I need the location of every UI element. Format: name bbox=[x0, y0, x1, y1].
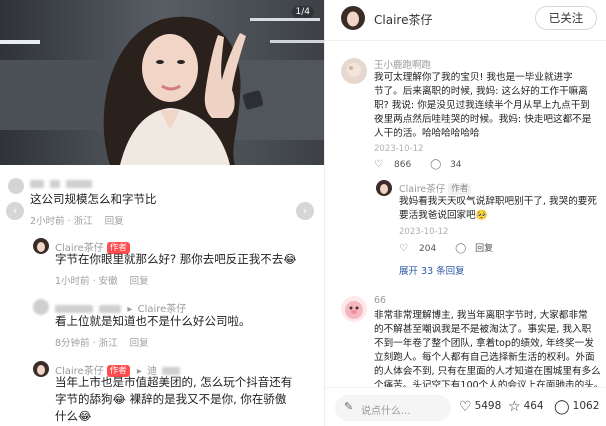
laugh-cry-emoji: 😂 bbox=[283, 252, 297, 266]
comment-time: 1小时前 · 安徽 bbox=[55, 276, 118, 287]
note-right-panel: Claire茶仔 已关注 王小鹿跑啊跑 我可太理解你了我的宝贝! 我也是一毕业就… bbox=[324, 0, 606, 426]
comment-text-line: 不到一年卷了整个团队, 拿着top的绩效, 年终奖一发 bbox=[374, 338, 594, 349]
like-count: 5498 bbox=[474, 400, 502, 412]
comment-text-part: 裸辞的是我又不是你, 你在骄傲 bbox=[129, 392, 287, 406]
like-button[interactable]: ♡ 866 bbox=[374, 159, 419, 170]
comment-icon: ◯ bbox=[455, 243, 467, 254]
comment-text-line: 我妈看我天天叹气说辞职吧别干了, 我哭的要死 bbox=[399, 196, 597, 207]
comment-stats: ♡ 204 ◯ 回复 bbox=[399, 241, 509, 254]
photo-illustration bbox=[0, 0, 324, 165]
comment-text-part: 要活我爸说回家吧 bbox=[399, 210, 476, 221]
author-name[interactable]: Claire茶仔 bbox=[374, 11, 432, 28]
avatar[interactable] bbox=[33, 299, 49, 315]
author-name-text: Claire茶仔 bbox=[399, 184, 446, 195]
comment-text-line: 要活我爸说回家吧🥺 bbox=[399, 209, 604, 223]
comment-author-name[interactable] bbox=[30, 179, 93, 190]
chevron-right-icon[interactable]: › bbox=[296, 202, 314, 220]
reply-button[interactable]: 回复 bbox=[105, 216, 124, 227]
comment-text-line: 的不解甚至嘲讽我是不是被淘汰了。事实是, 我入职 bbox=[374, 324, 592, 335]
heart-icon: ♡ bbox=[399, 243, 408, 254]
comment-button[interactable]: ◯ 1062 bbox=[554, 399, 599, 415]
photo-counter: 1/4 bbox=[291, 6, 314, 18]
comment-input-placeholder: 说点什么... bbox=[361, 406, 411, 417]
star-icon: ☆ bbox=[508, 399, 521, 415]
comment-time: 2小时前 · 浙江 bbox=[30, 216, 93, 227]
comment-text-line: 夜里两点然后哇哇哭的时候。我妈: 快走吧这都不是 bbox=[374, 114, 592, 125]
comment-text-line: 字节的舔狗😂 裸辞的是我又不是你, 你在骄傲 bbox=[55, 391, 292, 408]
comment-text-line: 立刻跑人。每个人都有自己选择新生活的权利。外面 bbox=[374, 352, 595, 363]
comment-stats: ♡ 866 ◯ 34 bbox=[374, 159, 478, 170]
comment-date: 2023-10-12 bbox=[374, 144, 424, 154]
comment-text-line: 人干的活。哈哈哈哈哈哈 bbox=[374, 128, 480, 139]
reply-button[interactable]: ◯ 回复 bbox=[455, 243, 501, 254]
comment-text-line: 我可太理解你了我的宝贝! 我也是一毕业就进字 bbox=[374, 72, 573, 83]
comment-text: 字节在你眼里就那么好? 那你去吧反正我不去😂 bbox=[55, 251, 297, 268]
comment-text-line: 的人体会不到, 只有在里面的人才知道在围城里有多么 bbox=[374, 366, 601, 377]
chevron-left-icon[interactable]: ‹ bbox=[6, 202, 24, 220]
follow-button[interactable]: 已关注 bbox=[535, 6, 597, 30]
comment-time: 8分钟前 · 浙江 bbox=[55, 338, 118, 349]
avatar[interactable] bbox=[341, 6, 365, 30]
pleading-emoji: 🥺 bbox=[475, 210, 488, 221]
heart-icon: ♡ bbox=[459, 399, 472, 415]
laugh-cry-emoji: 😂 bbox=[78, 409, 92, 423]
comment-author-name[interactable]: Claire茶仔 作者 bbox=[399, 181, 472, 195]
comment-text: 我可太理解你了我的宝贝! 我也是一毕业就进字 节了。后来离职的时候, 我妈: 这… bbox=[374, 71, 604, 141]
comment-text-body: 字节在你眼里就那么好? 那你去吧反正我不去 bbox=[55, 252, 284, 266]
comment-text: 这公司规模怎么和字节比 bbox=[30, 192, 157, 206]
comment-icon: ◯ bbox=[554, 399, 570, 415]
comment-meta: 2小时前 · 浙江 回复 bbox=[30, 213, 136, 227]
pen-icon: ✎ bbox=[344, 400, 354, 413]
avatar[interactable] bbox=[376, 180, 392, 196]
comment-text-part: 字节的舔狗 bbox=[55, 392, 113, 406]
note-photo[interactable]: 1/4 bbox=[0, 0, 324, 165]
note-left-panel: 1/4 ‹ › 这公司规模怎么和字节比 2小时前 · 浙江回复 Claire茶 bbox=[0, 0, 324, 426]
left-comment-list: ‹ › 这公司规模怎么和字节比 2小时前 · 浙江回复 Claire茶仔作者 bbox=[0, 165, 324, 426]
avatar[interactable] bbox=[33, 361, 49, 377]
reply-button[interactable]: 回复 bbox=[130, 338, 149, 349]
reply-button[interactable]: 回复 bbox=[130, 276, 149, 287]
heart-icon: ♡ bbox=[374, 159, 383, 170]
comment-text-line: 什么😂 bbox=[55, 408, 292, 425]
collect-button[interactable]: ☆ 464 bbox=[508, 399, 544, 415]
comment-text: 当年上市也是市值超美团的, 怎么玩个抖音还有 字节的舔狗😂 裸辞的是我又不是你,… bbox=[55, 374, 292, 425]
comment-text-line: 职? 我说: 你是没见过我连续半个月从早上九点干到 bbox=[374, 100, 590, 111]
comment-text-line: 节了。后来离职的时候, 我妈: 这么好的工作干嘛离 bbox=[374, 86, 588, 97]
comment-text-part: 什么 bbox=[55, 409, 78, 423]
comment-icon: ◯ bbox=[430, 159, 442, 170]
like-count: 204 bbox=[419, 244, 437, 254]
reply-count: 34 bbox=[450, 160, 462, 170]
reply-button[interactable]: ◯ 34 bbox=[430, 159, 469, 170]
author-header: Claire茶仔 已关注 bbox=[325, 0, 606, 38]
comment-date: 2023-10-12 bbox=[399, 227, 449, 237]
comment-text: 非常非常理解博主, 我当年离职字节时, 大家都非常 的不解甚至嘲讽我是不是被淘汰… bbox=[374, 309, 606, 393]
comment-text: 我妈看我天天叹气说辞职吧别干了, 我哭的要死 要活我爸说回家吧🥺 bbox=[399, 195, 604, 223]
comment-author-name[interactable]: 王小鹿跑啊跑 bbox=[374, 57, 431, 71]
avatar[interactable] bbox=[341, 296, 367, 322]
laugh-cry-emoji: 😂 bbox=[112, 392, 126, 406]
comment-meta: 8分钟前 · 浙江 回复 bbox=[55, 335, 161, 349]
avatar[interactable] bbox=[341, 58, 367, 84]
comment-count: 1062 bbox=[572, 400, 600, 412]
comment-text: 看上位就是知道也不是什么好公司啦。 bbox=[55, 314, 251, 328]
divider bbox=[325, 40, 606, 41]
comment-text-line: 当年上市也是市值超美团的, 怎么玩个抖音还有 bbox=[55, 375, 293, 389]
like-button[interactable]: ♡ 204 bbox=[399, 243, 444, 254]
like-button[interactable]: ♡ 5498 bbox=[459, 399, 501, 415]
like-count: 866 bbox=[394, 160, 412, 170]
avatar[interactable] bbox=[8, 178, 24, 194]
expand-replies-link[interactable]: 展开 33 条回复 bbox=[399, 263, 465, 277]
avatar[interactable] bbox=[33, 238, 49, 254]
comment-input[interactable]: ✎ 说点什么... bbox=[335, 395, 451, 421]
comment-text-line: 非常非常理解博主, 我当年离职字节时, 大家都非常 bbox=[374, 310, 588, 321]
comment-meta: 1小时前 · 安徽 回复 bbox=[55, 273, 161, 287]
bottom-action-bar: ✎ 说点什么... ♡ 5498 ☆ 464 ◯ 1062 bbox=[325, 387, 606, 426]
reply-label: 回复 bbox=[475, 244, 494, 254]
author-badge: 作者 bbox=[448, 183, 472, 195]
comment-author-name[interactable]: 66 bbox=[374, 295, 386, 306]
collect-count: 464 bbox=[523, 400, 544, 412]
